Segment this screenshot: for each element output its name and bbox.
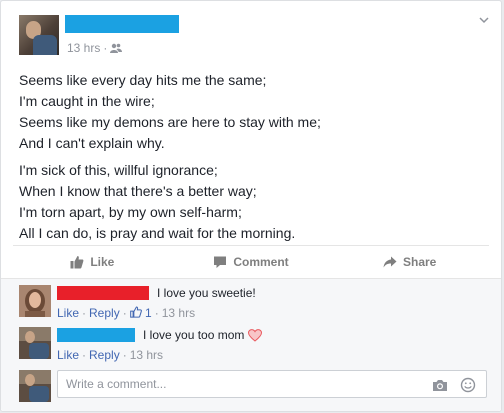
composer-avatar [19,370,51,402]
comment-text: I love you sweetie! [157,286,256,300]
post-line: Seems like every day hits me the same; [19,72,267,88]
comment-line: I love you too mom [57,327,263,343]
comment-reply-link[interactable]: Reply [89,348,120,362]
comment-like-link[interactable]: Like [57,306,79,320]
comment-icon [214,256,227,268]
comment-links: Like · Reply · 1 · 13 hrs [57,305,256,321]
post-line: All I can do, is pray and wait for the m… [19,225,296,241]
share-button[interactable]: Share [330,247,489,277]
post-line: I'm sick of this, willful ignorance; [19,162,218,178]
post-timestamp[interactable]: 13 hrs [67,41,100,55]
commenter-name-redacted[interactable] [57,328,135,342]
share-icon [383,256,397,268]
post-actions: Like Comment Share [13,247,489,277]
actions-divider [13,245,489,246]
comment-line: I love you sweetie! [57,285,256,301]
link-separator: · [154,306,159,320]
commenter-name-redacted[interactable] [57,286,149,300]
meta-separator: · [103,41,108,55]
comment-timestamp[interactable]: 13 hrs [162,306,195,320]
commenter-avatar[interactable] [19,285,51,317]
comment-body: I love you sweetie! Like · Reply · 1 · 13 hrs [57,285,256,321]
post-meta: 13 hrs · [67,41,123,55]
comment-timestamp[interactable]: 13 hrs [130,348,163,362]
like-icon [70,256,84,269]
link-separator: · [122,348,127,362]
like-button[interactable]: Like [13,247,172,277]
post-line: And I can't explain why. [19,135,165,151]
audience-icon[interactable] [110,43,123,53]
comment-text: I love you too mom [143,328,245,342]
author-avatar[interactable] [19,15,59,55]
comment-body: I love you too mom Like · Reply · 13 hrs [57,327,263,363]
heart-icon [248,328,263,342]
comment-like-count[interactable]: 1 [145,306,152,320]
post-line: I'm caught in the wire; [19,93,155,109]
post-stanza-1: Seems like every day hits me the same; I… [19,70,489,154]
post-stanza-2: I'm sick of this, willful ignorance; Whe… [19,160,489,244]
link-separator: · [82,306,87,320]
comment-button[interactable]: Comment [172,247,331,277]
camera-icon[interactable] [432,377,448,393]
post-text: Seems like every day hits me the same; I… [19,70,489,250]
commenter-avatar[interactable] [19,327,51,359]
post-line: When I know that there's a better way; [19,183,257,199]
post-line: Seems like my demons are here to stay wi… [19,114,321,130]
like-count-icon[interactable] [129,306,142,318]
comment-links: Like · Reply · 13 hrs [57,347,262,363]
comment-like-link[interactable]: Like [57,348,79,362]
link-separator: · [122,306,127,320]
comment-composer[interactable] [57,370,487,398]
comment-input[interactable] [58,371,434,397]
emoji-icon[interactable] [460,377,476,393]
post-card: 13 hrs · Seems like every day hits me the… [0,0,502,412]
like-label: Like [90,255,115,269]
comment-label: Comment [233,255,289,269]
post-line: I'm torn apart, by my own self-harm; [19,204,242,220]
author-name-redacted[interactable] [65,15,179,33]
share-label: Share [403,255,437,269]
post-header: 13 hrs · [19,15,489,55]
link-separator: · [82,348,87,362]
comment-reply-link[interactable]: Reply [89,306,120,320]
chevron-down-icon[interactable] [479,15,489,25]
